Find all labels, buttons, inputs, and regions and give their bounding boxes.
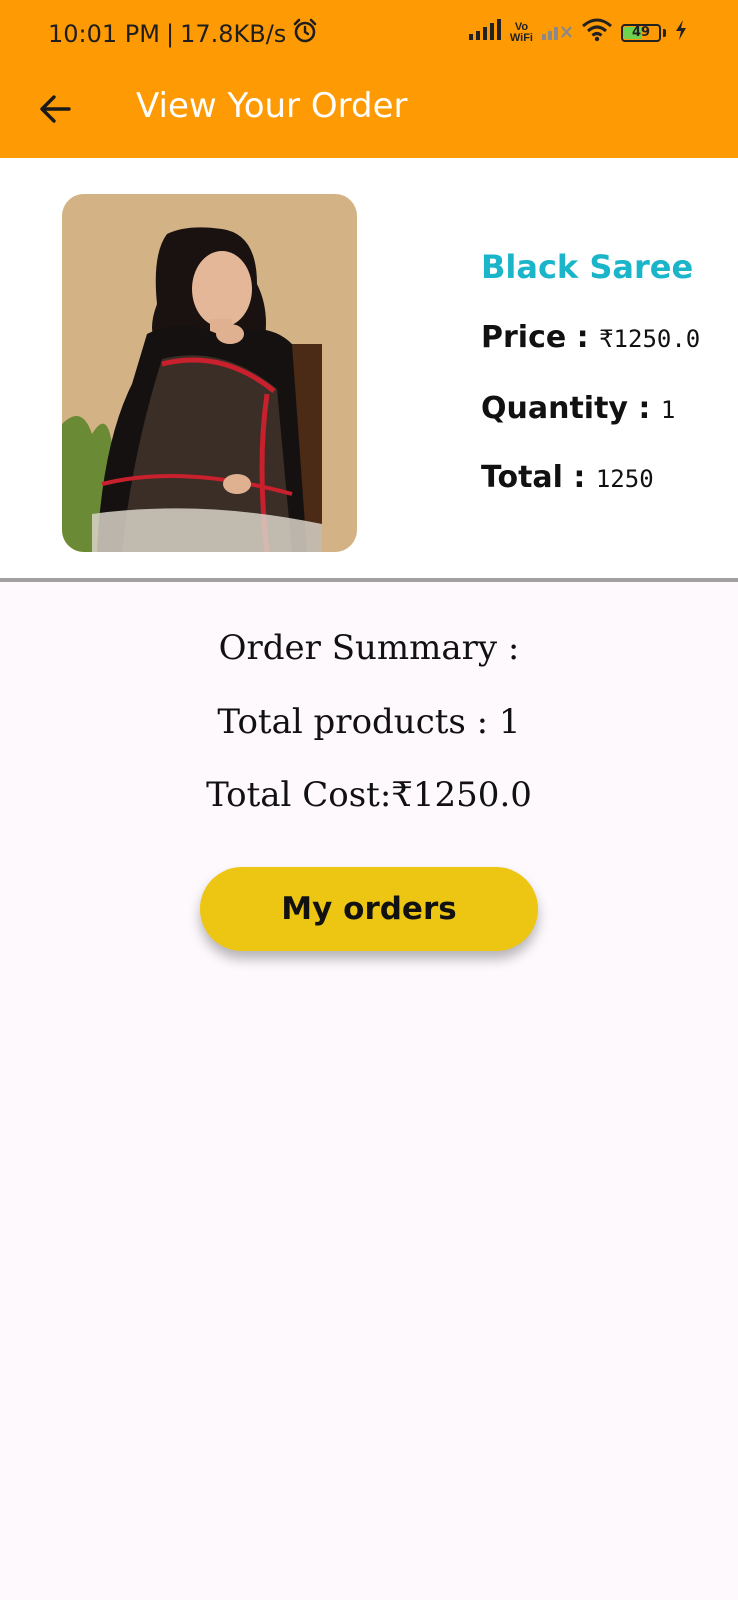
order-item-card: Black Saree Price : ₹1250.0 Quantity : 1… xyxy=(0,158,738,578)
price-label: Price : xyxy=(481,320,600,355)
total-value: 1250 xyxy=(595,465,654,493)
quantity-label: Quantity : xyxy=(481,391,661,426)
divider xyxy=(0,578,738,582)
battery-level: 49 xyxy=(631,25,651,40)
page-title: View Your Order xyxy=(136,86,408,126)
my-orders-button[interactable]: My orders xyxy=(200,867,538,951)
cell-signal-icon xyxy=(468,19,502,46)
status-bar: 10:01 PM | 17.8KB/s Vo WiFi 49 xyxy=(0,0,738,66)
total-products: Total products : 1 xyxy=(217,702,521,742)
product-image xyxy=(62,194,357,552)
alarm-icon xyxy=(292,18,318,50)
wifi-icon xyxy=(581,18,613,47)
app-bar: 10:01 PM | 17.8KB/s Vo WiFi 49 View Your… xyxy=(0,0,738,158)
vowifi-top: Vo xyxy=(514,20,529,33)
back-button[interactable] xyxy=(30,84,80,134)
status-time: 10:01 PM xyxy=(48,20,160,48)
vowifi-indicator: Vo WiFi xyxy=(509,20,533,44)
status-network-speed: 17.8KB/s xyxy=(180,20,287,48)
product-name: Black Saree xyxy=(481,248,694,286)
status-right: Vo WiFi 49 xyxy=(468,18,688,47)
quantity-row: Quantity : 1 xyxy=(481,391,675,426)
quantity-value: 1 xyxy=(660,396,676,424)
battery-tip xyxy=(663,28,666,37)
price-value: ₹1250.0 xyxy=(599,325,701,353)
price-row: Price : ₹1250.0 xyxy=(481,320,700,355)
vowifi-bottom: WiFi xyxy=(509,31,533,44)
status-left: 10:01 PM | 17.8KB/s xyxy=(48,18,318,50)
total-label: Total : xyxy=(481,460,596,495)
back-arrow-icon xyxy=(40,95,71,123)
status-separator: | xyxy=(165,20,175,48)
no-signal-icon xyxy=(541,19,573,46)
toolbar: View Your Order xyxy=(0,66,738,158)
order-summary-heading: Order Summary : xyxy=(218,628,520,668)
total-cost: Total Cost:₹1250.0 xyxy=(206,775,532,815)
battery-icon: 49 xyxy=(621,23,661,42)
charging-icon xyxy=(674,19,688,46)
total-row: Total : 1250 xyxy=(481,460,654,495)
